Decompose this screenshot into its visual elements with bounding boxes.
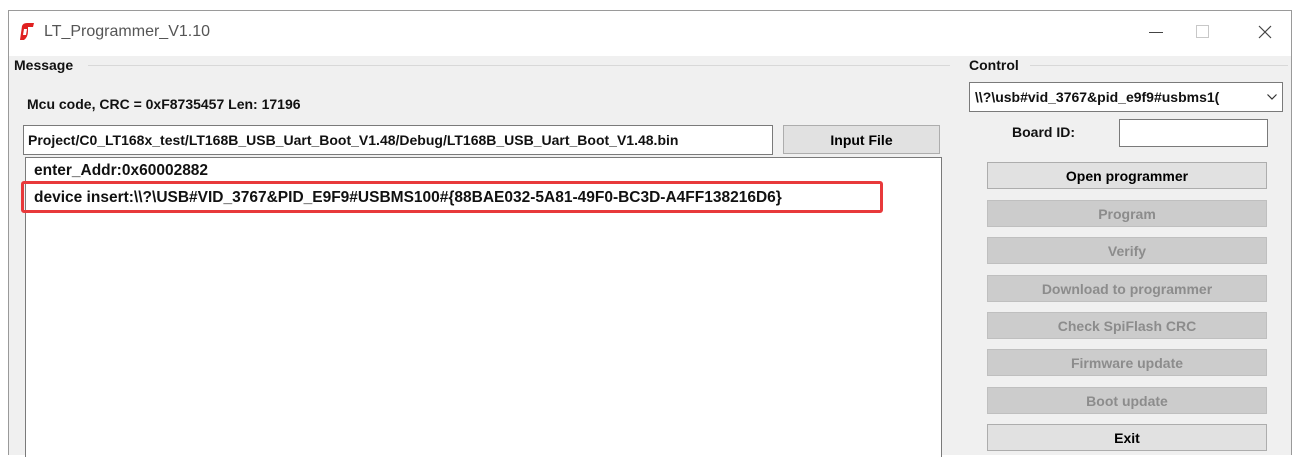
device-select-value: \\?\usb#vid_3767&pid_e9f9#usbms1( xyxy=(975,89,1220,105)
control-group-border xyxy=(1030,65,1288,66)
control-group-label: Control xyxy=(969,57,1023,73)
download-to-programmer-button[interactable]: Download to programmer xyxy=(987,275,1267,302)
exit-button[interactable]: Exit xyxy=(987,424,1267,451)
message-group-label: Message xyxy=(14,57,78,73)
board-id-label: Board ID: xyxy=(1012,124,1075,140)
check-spiflash-crc-button[interactable]: Check SpiFlash CRC xyxy=(987,312,1267,339)
open-programmer-button[interactable]: Open programmer xyxy=(987,162,1267,189)
log-line: enter_Addr:0x60002882 xyxy=(34,162,209,179)
app-logo-icon xyxy=(16,22,36,42)
close-icon xyxy=(1258,25,1272,39)
program-button[interactable]: Program xyxy=(987,200,1267,227)
highlight-box xyxy=(21,181,883,213)
verify-button[interactable]: Verify xyxy=(987,237,1267,264)
device-select[interactable]: \\?\usb#vid_3767&pid_e9f9#usbms1( xyxy=(969,82,1283,112)
minimize-button[interactable] xyxy=(1133,14,1179,50)
close-button[interactable] xyxy=(1242,14,1288,50)
maximize-button[interactable] xyxy=(1180,14,1226,50)
mcu-code-label: Mcu code, CRC = 0xF8735457 Len: 17196 xyxy=(27,96,301,112)
firmware-update-button[interactable]: Firmware update xyxy=(987,349,1267,376)
board-id-input[interactable] xyxy=(1119,119,1268,147)
boot-update-button[interactable]: Boot update xyxy=(987,387,1267,414)
message-group-border xyxy=(88,65,950,66)
window-title: LT_Programmer_V1.10 xyxy=(44,23,210,40)
chevron-down-icon[interactable] xyxy=(1262,83,1282,111)
input-file-button[interactable]: Input File xyxy=(783,125,940,154)
maximize-icon xyxy=(1196,25,1209,38)
file-path-input[interactable]: Project/C0_LT168x_test/LT168B_USB_Uart_B… xyxy=(23,125,773,155)
minimize-icon xyxy=(1149,32,1163,33)
